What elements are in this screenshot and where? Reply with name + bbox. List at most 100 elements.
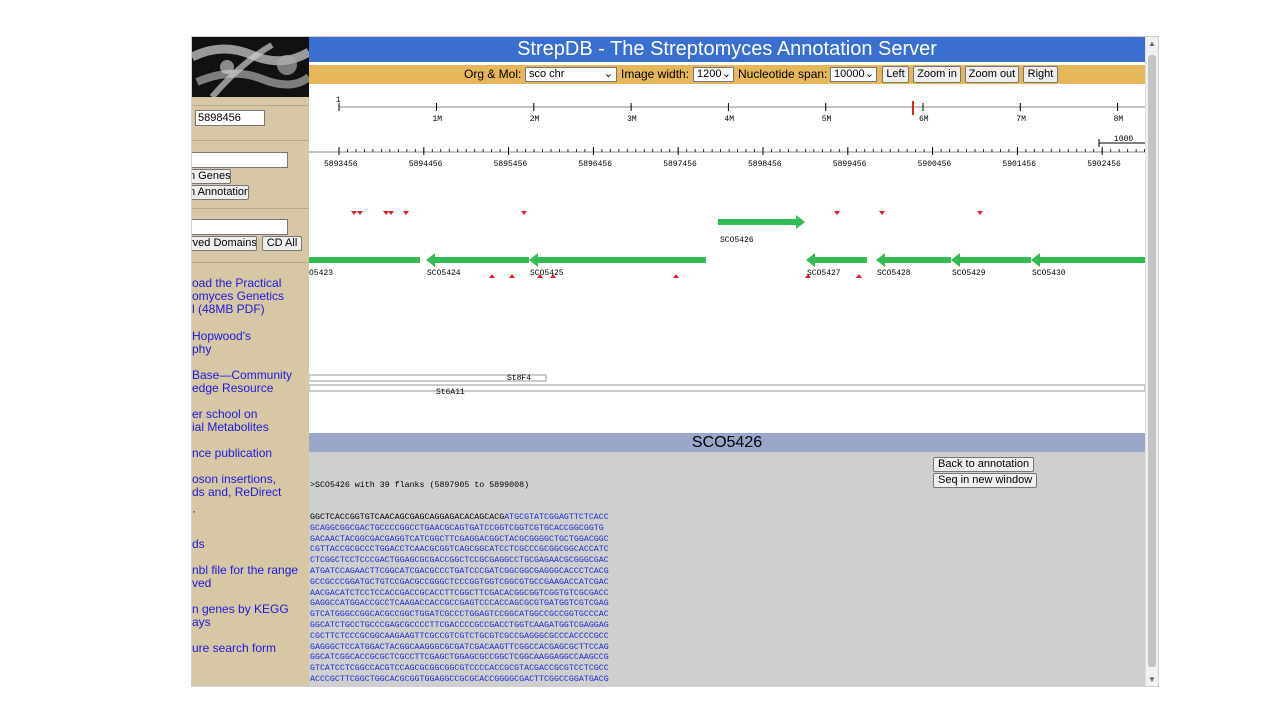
sidebar-link-hopwood[interactable]: Hopwood's phy (192, 330, 251, 356)
gene-label-sco5428[interactable]: SCO5428 (877, 269, 911, 278)
nucleotide-span-label: Nucleotide span: (738, 67, 828, 81)
sidebar-link-feature-search[interactable]: ure search form (192, 642, 276, 655)
genome-map[interactable]: 1 1M 2M 3M 4M 5M 6M 7M 8M 1000 5893456 5894456 58… (309, 87, 1145, 447)
overview-tick-label: 3M (627, 115, 637, 124)
sidebar-link-kegg-genes[interactable]: n genes by KEGG ays (192, 603, 289, 629)
search-annotation-button[interactable]: n Annotation (192, 185, 249, 200)
gene-arrow-sco5428[interactable] (876, 253, 951, 267)
gene-label-sco5429[interactable]: SCO5429 (952, 269, 986, 278)
zoom-in-button[interactable]: Zoom in (913, 66, 961, 83)
search-genes-button[interactable]: n Genes (192, 169, 231, 184)
flank-sequence: GGCTCACCGGTGTCAACAGCGAGCAGGAGACACAGCACG (310, 512, 505, 522)
sidebar-link-embl-file[interactable]: nbl file for the range ved (192, 564, 298, 590)
image-width-value: 1200 (697, 68, 722, 80)
gene-label-sco5424[interactable]: SCO5424 (427, 269, 461, 278)
sidebar-link-downloads[interactable]: ds (192, 538, 205, 551)
nucleotide-span-value: 10000 (834, 68, 865, 80)
sidebar: n Genes n Annotation rved Domains CD All… (192, 37, 309, 686)
sidebar-link-summer-school[interactable]: er school on ial Metabolites (192, 408, 269, 434)
browser-viewport: n Genes n Annotation rved Domains CD All… (191, 36, 1159, 687)
overview-tick-label: 5M (822, 115, 832, 124)
org-mol-label: Org & Mol: (464, 67, 522, 81)
left-button[interactable]: Left (882, 66, 909, 83)
detail-tick-label: 5898456 (748, 160, 782, 169)
gene-label-sco5426[interactable]: SCO5426 (720, 236, 754, 245)
gene-arrow-sco5429[interactable] (951, 253, 1031, 267)
marker-triangle (351, 211, 357, 215)
marker-triangle (383, 211, 389, 215)
sequence-line: GAGGCCATGGACCGCCTCAAGACCACCGCCGAGTCCCACC… (310, 599, 609, 610)
zoom-out-button[interactable]: Zoom out (965, 66, 1019, 83)
detail-tick-label: 5894456 (409, 160, 443, 169)
coding-sequence: GAGGGCTCCATGGACTACGGCAAGGGCGCGATCGACAAGT… (310, 642, 609, 652)
back-to-annotation-button[interactable]: Back to annotation (933, 457, 1035, 472)
sequence-line: GTCATCCTCGGCCACGTCCAGCGCGGCGGCGTCCCCACCG… (310, 664, 609, 675)
marker-triangle (673, 274, 679, 278)
coding-sequence: GGCATCGGCACCGCGCTCGCCTTCGAGCTGGAGCGCCGGC… (310, 653, 609, 663)
coding-sequence: ACCCGCTTCGGCTGGCACGCGGTGGAGGCCGCGCACCGGG… (310, 674, 609, 684)
sequence-line: ACCCGCTTCGGCTGGCACGCGGTGGAGGCCGCGCACCGGG… (310, 675, 609, 686)
conserved-domains-button[interactable]: rved Domains (192, 236, 257, 251)
overview-tick-label: 7M (1016, 115, 1026, 124)
gene-arrow-sco5427[interactable] (806, 253, 867, 267)
right-button[interactable]: Right (1023, 66, 1058, 83)
sequence-line: GTCATGGGCCGGCACGCCGGCTGGATCGCCCTGGAGTCCG… (310, 610, 609, 621)
gene-search-input[interactable] (192, 152, 288, 168)
vertical-scrollbar[interactable]: ▲ ▼ (1145, 37, 1158, 686)
detail-tick-label: 5902456 (1087, 160, 1121, 169)
marker-triangle (521, 211, 527, 215)
scrollbar-thumb[interactable] (1148, 55, 1156, 667)
sequence-line: CGCTTCTCCCGCGGCAAGAAGTTCGCCGTCGTCTGCGTCG… (310, 632, 609, 643)
cd-all-button[interactable]: CD All (262, 236, 302, 251)
nucleotide-span-select[interactable]: 10000 ⌄ (830, 67, 877, 82)
clone-label-st8f4[interactable]: St8F4 (507, 374, 531, 383)
gene-arrow-sco5425[interactable] (529, 253, 706, 267)
marker-triangle (489, 274, 495, 278)
detail-tick-label: 5893456 (324, 160, 358, 169)
coding-sequence: ATGCGTATCGGAGTTCTCACC (504, 512, 609, 522)
image-width-select[interactable]: 1200 ⌄ (693, 67, 734, 82)
scroll-down-icon[interactable]: ▼ (1148, 675, 1156, 684)
detail-tick-label: 5895456 (494, 160, 528, 169)
gene-arrow-sco5426[interactable] (718, 215, 805, 229)
marker-triangle (879, 211, 885, 215)
sidebar-link-misc[interactable]: · (192, 505, 196, 518)
gene-label-sco5423[interactable]: O5423 (309, 269, 333, 278)
clone-label-st6a11[interactable]: St6A11 (436, 388, 465, 397)
clone-st6a11[interactable] (309, 384, 1145, 392)
sidebar-link-community-resource[interactable]: Base—Community edge Resource (192, 369, 292, 395)
gene-arrow-sco5424[interactable] (426, 253, 529, 267)
position-input[interactable] (195, 110, 265, 126)
image-width-label: Image width: (621, 67, 690, 81)
org-mol-select[interactable]: sco chr ⌄ (525, 67, 617, 82)
overview-start-label: 1 (336, 96, 341, 105)
coding-sequence: GTCATGGGCCGGCACGCCGGCTGGATCGCCCTGGAGTCCG… (310, 610, 609, 620)
sidebar-separator (192, 105, 309, 106)
gene-label-sco5425[interactable]: SCO5425 (530, 269, 564, 278)
sequence-gene-title: SCO5426 (309, 433, 1145, 452)
detail-tick-label: 5901456 (1002, 160, 1036, 169)
gene-arrow-sco5430[interactable] (1031, 253, 1145, 267)
scroll-up-icon[interactable]: ▲ (1148, 39, 1156, 48)
sidebar-link-reference-publication[interactable]: nce publication (192, 447, 272, 460)
gene-label-sco5430[interactable]: SCO5430 (1032, 269, 1066, 278)
sequence-header: >SCO5426 with 39 flanks (5897905 to 5899… (310, 480, 530, 490)
coding-sequence: GCAGGCGGCGACTGCCCCGGCCTGAACGCAGTGATCCGGT… (310, 523, 604, 533)
marker-triangle (357, 211, 363, 215)
gene-arrow-sco5423[interactable] (309, 257, 420, 263)
sequence-line: GCAGGCGGCGACTGCCCCGGCCTGAACGCAGTGATCCGGT… (310, 524, 609, 535)
coding-sequence: CGTTACCGCGCCCTGGACCTCAACGCGGTCAGCGGCATCC… (310, 545, 609, 555)
sidebar-link-genetics-manual[interactable]: oad the Practical omyces Genetics l (48M… (192, 277, 284, 316)
sequence-line: AACGACATCTCCTCCACCGACCGCACCTTCGGCTTCGACA… (310, 589, 609, 600)
sidebar-link-transposon-insertions[interactable]: oson insertions, ds and, ReDirect (192, 473, 281, 499)
chevron-down-icon: ⌄ (603, 68, 613, 80)
coding-sequence: GCCGCCCGGATGCTGTCCGACGCCGGGCTCCCGGTGGTCG… (310, 577, 609, 587)
coding-sequence: GACAACTACGGCGACGAGGTCATCGGCTTCGAGGACGGCT… (310, 534, 609, 544)
seq-in-new-window-button[interactable]: Seq in new window (933, 473, 1038, 488)
gene-label-sco5427[interactable]: SCO5427 (807, 269, 841, 278)
marker-triangle (834, 211, 840, 215)
scale-bar-label: 1000 (1114, 135, 1133, 144)
domain-search-input[interactable] (192, 219, 288, 235)
sequence-line: GGCTCACCGGTGTCAACAGCGAGCAGGAGACACAGCACGA… (310, 513, 609, 524)
marker-triangle (403, 211, 409, 215)
